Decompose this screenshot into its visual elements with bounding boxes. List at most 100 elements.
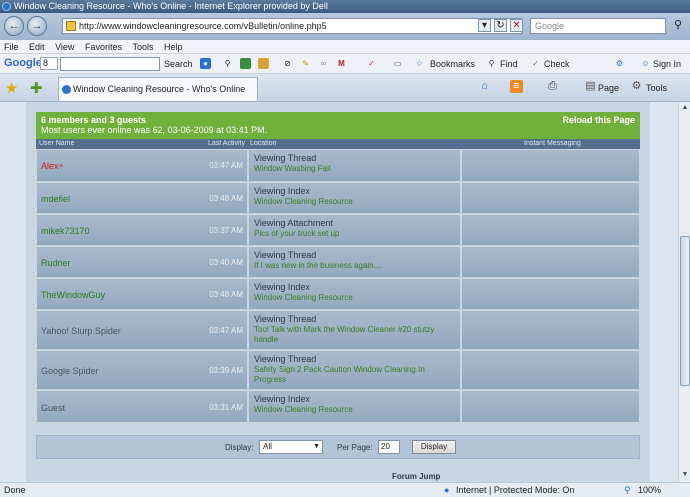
rss-feed-icon[interactable]: ≡ bbox=[510, 80, 523, 93]
tools-menu[interactable]: Tools bbox=[646, 81, 667, 95]
tools-gear-icon[interactable]: ⚙ bbox=[630, 80, 643, 93]
forward-button[interactable]: → bbox=[27, 16, 47, 36]
im-cell bbox=[461, 182, 640, 214]
search-input[interactable]: Google bbox=[530, 18, 666, 34]
location-cell: Viewing Index Window Cleaning Resource bbox=[248, 278, 461, 310]
location-link[interactable]: Pics of your truck set up bbox=[254, 229, 454, 239]
back-button[interactable]: ← bbox=[4, 16, 24, 36]
location-cell: Viewing Thread Tool Talk with Mark the W… bbox=[248, 310, 461, 350]
add-favorites-icon[interactable]: ✚ bbox=[30, 79, 43, 97]
refresh-icon[interactable]: ↻ bbox=[494, 19, 507, 32]
menu-view[interactable]: View bbox=[51, 40, 78, 54]
menu-file[interactable]: File bbox=[0, 40, 23, 54]
user-link[interactable]: mdefiel bbox=[41, 194, 70, 204]
user-link[interactable]: TheWindowGuy bbox=[41, 290, 105, 300]
activity: Viewing Attachment bbox=[254, 218, 333, 228]
location-link[interactable]: If I was new in the business again.... bbox=[254, 261, 454, 271]
magnifier-icon[interactable]: ⚲ bbox=[222, 58, 233, 69]
location-link[interactable]: Window Cleaning Resource bbox=[254, 405, 454, 415]
page-menu[interactable]: Page bbox=[598, 81, 619, 95]
url-field[interactable]: http://www.windowcleaningresource.com/vB… bbox=[62, 18, 522, 34]
google-search-button[interactable]: Search bbox=[164, 58, 193, 70]
status-bar: Done ● Internet | Protected Mode: On ⚲ 1… bbox=[0, 482, 690, 497]
im-cell bbox=[461, 310, 640, 350]
security-zone[interactable]: Internet | Protected Mode: On bbox=[456, 483, 574, 497]
location-link[interactable]: Safety Sign 2 Pack Caution Window Cleani… bbox=[254, 365, 454, 385]
news-icon[interactable] bbox=[240, 58, 251, 69]
user-link[interactable]: Rudner bbox=[41, 258, 71, 268]
user-cell: Alex+ 03:47 AM bbox=[36, 149, 248, 182]
find-button[interactable]: Find bbox=[500, 58, 518, 70]
display-select[interactable]: All ▼ bbox=[259, 440, 323, 454]
tab-bar: ★ ✚ Window Cleaning Resource - Who's Onl… bbox=[0, 74, 690, 102]
display-options-bar: Display: All ▼ Per Page: 20 Display bbox=[36, 435, 640, 459]
ie-page-icon bbox=[62, 85, 71, 94]
user-cell: mdefiel 03:48 AM bbox=[36, 182, 248, 214]
user-link[interactable]: Alex+ bbox=[41, 161, 64, 171]
activity: Viewing Thread bbox=[254, 250, 317, 260]
menu-favorites[interactable]: Favorites bbox=[81, 40, 126, 54]
user-link[interactable]: mikek73170 bbox=[41, 226, 90, 236]
menu-edit[interactable]: Edit bbox=[25, 40, 49, 54]
activity: Viewing Index bbox=[254, 186, 310, 196]
link-icon[interactable]: ∞ bbox=[318, 58, 329, 69]
location-link[interactable]: Window Cleaning Resource bbox=[254, 293, 454, 303]
user-name: Google Spider bbox=[41, 366, 99, 376]
location-cell: Viewing Index Window Cleaning Resource bbox=[248, 390, 461, 423]
zoom-level[interactable]: 100% bbox=[638, 483, 661, 497]
print-icon[interactable]: ⎙ bbox=[546, 80, 559, 93]
col-user-name[interactable]: User Name bbox=[39, 139, 74, 149]
user-icon[interactable]: ☺ bbox=[640, 58, 651, 69]
col-instant-messaging[interactable]: Instant Messaging bbox=[524, 139, 581, 149]
tab-whos-online[interactable]: Window Cleaning Resource - Who's Online bbox=[58, 77, 258, 101]
table-row: mdefiel 03:48 AM Viewing Index Window Cl… bbox=[36, 182, 640, 214]
home-icon[interactable]: ⌂ bbox=[478, 80, 491, 93]
search-icon[interactable]: ⚲ bbox=[670, 18, 686, 34]
check-button[interactable]: Check bbox=[544, 58, 570, 70]
display-button[interactable]: Display bbox=[412, 440, 456, 454]
dropdown-arrow-icon[interactable]: ▾ bbox=[478, 19, 491, 32]
no-entry-icon[interactable]: ⊘ bbox=[282, 58, 293, 69]
stop-icon[interactable]: ✕ bbox=[510, 19, 523, 32]
activity: Viewing Thread bbox=[254, 153, 317, 163]
per-page-label: Per Page: bbox=[337, 443, 373, 452]
menu-help[interactable]: Help bbox=[160, 40, 187, 54]
tab-title: Window Cleaning Resource - Who's Online bbox=[73, 84, 246, 94]
table-row: Yahoo! Slurp Spider 03:47 AM Viewing Thr… bbox=[36, 310, 640, 350]
popup-blocker-icon[interactable] bbox=[258, 58, 269, 69]
menu-tools[interactable]: Tools bbox=[128, 40, 157, 54]
location-cell: Viewing Thread Safety Sign 2 Pack Cautio… bbox=[248, 350, 461, 390]
google-search-input[interactable] bbox=[60, 57, 160, 71]
bookmark-star-icon[interactable]: ☆ bbox=[414, 58, 425, 69]
globe-icon[interactable]: ● bbox=[200, 58, 211, 69]
bookmarks-button[interactable]: Bookmarks bbox=[430, 58, 475, 70]
find-icon[interactable]: ⚲ bbox=[486, 58, 497, 69]
google-selector[interactable]: 8 bbox=[40, 57, 58, 70]
per-page-input[interactable]: 20 bbox=[378, 440, 400, 454]
reload-link[interactable]: Reload this Page bbox=[562, 115, 635, 125]
sign-in-button[interactable]: Sign In bbox=[653, 58, 681, 70]
col-location[interactable]: Location bbox=[250, 139, 276, 149]
ie-logo-icon bbox=[2, 2, 11, 11]
scroll-thumb[interactable] bbox=[680, 236, 690, 386]
url-text: http://www.windowcleaningresource.com/vB… bbox=[79, 21, 327, 31]
check-icon[interactable]: ✓ bbox=[530, 58, 541, 69]
col-last-activity[interactable]: Last Activity bbox=[208, 139, 245, 149]
page-icon[interactable]: ▤ bbox=[584, 80, 597, 93]
im-cell bbox=[461, 246, 640, 278]
gmail-icon[interactable]: M bbox=[336, 58, 347, 69]
vertical-scrollbar[interactable]: ▲ ▼ bbox=[678, 102, 690, 482]
scroll-down-icon[interactable]: ▼ bbox=[680, 470, 690, 480]
sidewiki-icon[interactable]: ▭ bbox=[392, 58, 403, 69]
favorites-star-icon[interactable]: ★ bbox=[5, 79, 18, 97]
location-link[interactable]: Window Cleaning Resource bbox=[254, 197, 454, 207]
scroll-up-icon[interactable]: ▲ bbox=[680, 103, 690, 113]
location-link[interactable]: Window Washing Fail bbox=[254, 164, 454, 174]
pencil-icon[interactable]: ✎ bbox=[300, 58, 311, 69]
spelling-icon[interactable]: ✓ bbox=[366, 58, 377, 69]
wrench-icon[interactable]: ⚙ bbox=[614, 58, 625, 69]
location-link[interactable]: Tool Talk with Mark the Window Cleaner #… bbox=[254, 325, 454, 345]
table-row: mikek73170 03:37 AM Viewing Attachment P… bbox=[36, 214, 640, 246]
last-activity: 03:48 AM bbox=[209, 290, 243, 299]
zoom-icon: ⚲ bbox=[624, 485, 631, 495]
